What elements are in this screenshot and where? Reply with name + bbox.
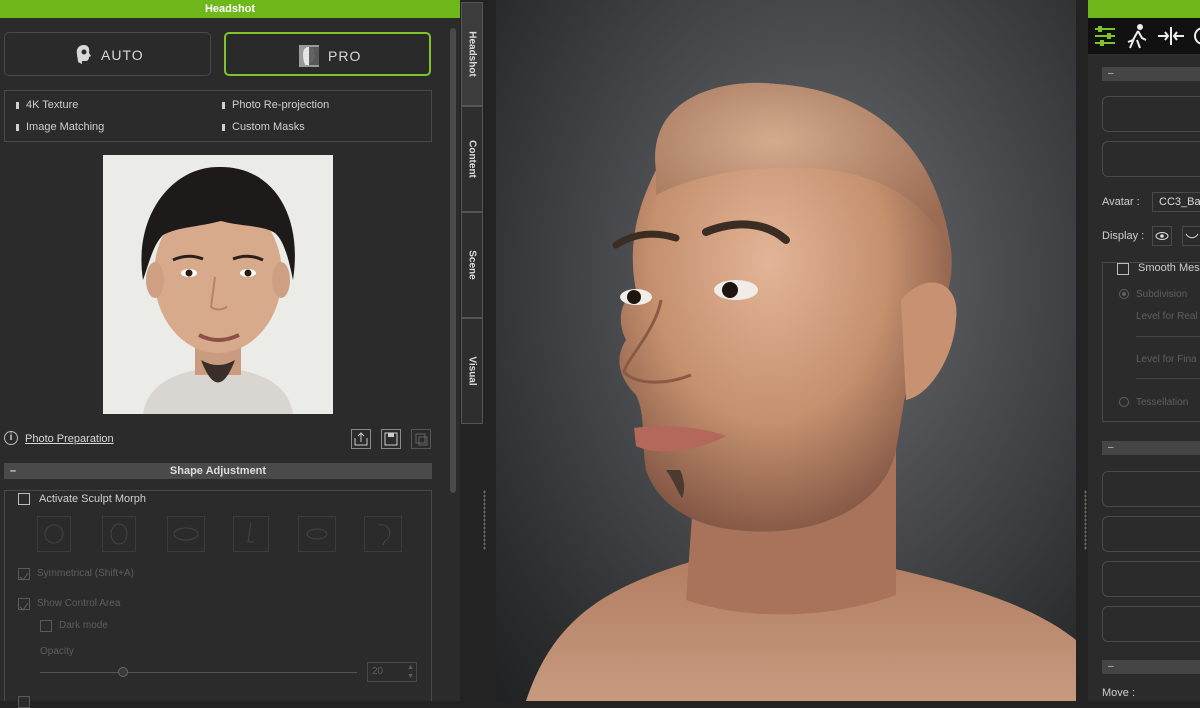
extra-option-checkbox[interactable]: [18, 696, 30, 708]
activate-sculpt-morph-label: Activate Sculpt Morph: [39, 493, 146, 505]
auto-mode-button[interactable]: AUTO: [4, 32, 211, 76]
motion-icon[interactable]: [1124, 22, 1150, 50]
level-realtime-label: Level for Real: [1136, 311, 1198, 322]
feature-item: 4K Texture: [16, 99, 78, 111]
collapse-icon[interactable]: –: [1102, 660, 1200, 674]
subdivision-radio[interactable]: [1119, 289, 1129, 299]
mouth-sculpt-icon[interactable]: [298, 516, 336, 552]
tessellation-label: Tessellation: [1136, 397, 1189, 408]
mesh-display-icon[interactable]: [1182, 226, 1200, 246]
show-control-area-checkbox[interactable]: [18, 598, 30, 611]
show-control-area-label: Show Control Area: [37, 598, 121, 609]
opacity-value: 20: [372, 666, 384, 677]
eye-icon[interactable]: [1152, 226, 1172, 246]
head-model-render: [526, 82, 1076, 701]
panel-title: Headshot: [0, 0, 460, 18]
tab-headshot[interactable]: Headshot: [461, 2, 483, 106]
align-icon[interactable]: [1156, 22, 1186, 50]
material-icon[interactable]: [1190, 22, 1200, 50]
smooth-mesh-checkbox[interactable]: [1117, 263, 1129, 275]
save-icon[interactable]: [381, 429, 401, 449]
opacity-label: Opacity: [40, 646, 74, 657]
splitter-handle[interactable]: [1084, 490, 1087, 550]
avatar-label: Avatar :: [1102, 196, 1140, 208]
head-sculpt-icon[interactable]: [102, 516, 136, 552]
opacity-slider-track[interactable]: [40, 672, 357, 673]
dark-mode-checkbox[interactable]: [40, 620, 52, 632]
tessellation-radio[interactable]: [1119, 397, 1129, 407]
panel-button[interactable]: [1102, 96, 1200, 132]
panel-button[interactable]: [1102, 471, 1200, 507]
subdivision-label: Subdivision: [1136, 289, 1188, 300]
auto-label: AUTO: [101, 47, 144, 63]
smooth-mesh-label: Smooth Mesh: [1138, 262, 1200, 274]
tab-content[interactable]: Content: [461, 106, 483, 212]
panel-button[interactable]: [1102, 606, 1200, 642]
avatar-name-field[interactable]: CC3_Ba: [1152, 192, 1200, 212]
head-pro-icon: [299, 45, 319, 67]
feature-item: Photo Re-projection: [222, 99, 329, 111]
activate-sculpt-morph-checkbox[interactable]: [18, 493, 30, 505]
eye-sculpt-icon[interactable]: [167, 516, 205, 552]
spin-arrows-icon[interactable]: ▲ ▼: [407, 663, 414, 681]
ear-sculpt-icon[interactable]: [364, 516, 402, 552]
tab-visual[interactable]: Visual: [461, 318, 483, 424]
move-label: Move :: [1102, 687, 1136, 699]
pro-features-box: [4, 90, 432, 142]
opacity-spinbox[interactable]: 20 ▲ ▼: [367, 662, 417, 682]
copy-icon[interactable]: [411, 429, 431, 449]
panel-button[interactable]: [1102, 561, 1200, 597]
feature-item: Custom Masks: [222, 121, 305, 133]
sliders-icon[interactable]: [1092, 22, 1118, 50]
divider: [1136, 336, 1200, 337]
source-photo[interactable]: [103, 155, 333, 414]
info-icon[interactable]: i: [4, 431, 18, 445]
feature-item: Image Matching: [16, 121, 104, 133]
right-panel-titlebar: [1088, 0, 1200, 18]
collapse-icon[interactable]: –: [1102, 67, 1200, 81]
nose-sculpt-icon[interactable]: [233, 516, 269, 552]
panel-button[interactable]: [1102, 141, 1200, 177]
pro-mode-button[interactable]: PRO: [224, 32, 431, 76]
symmetrical-label: Symmetrical (Shift+A): [37, 568, 134, 579]
divider: [1136, 378, 1200, 379]
photo-preparation-link[interactable]: Photo Preparation: [25, 433, 114, 445]
dark-mode-label: Dark mode: [59, 620, 108, 631]
face-sculpt-icon[interactable]: [37, 516, 71, 552]
head-auto-icon: [76, 45, 91, 64]
load-image-icon[interactable]: [351, 429, 371, 449]
section-title: Shape Adjustment: [169, 465, 267, 477]
opacity-slider-handle[interactable]: [118, 667, 128, 677]
shape-adjustment-header[interactable]: – Shape Adjustment: [4, 463, 432, 479]
panel-button[interactable]: [1102, 516, 1200, 552]
display-label: Display :: [1102, 230, 1145, 242]
splitter-handle[interactable]: [483, 490, 486, 550]
3d-viewport[interactable]: [496, 0, 1076, 701]
collapse-icon[interactable]: –: [1102, 441, 1200, 455]
panel-scrollbar[interactable]: [450, 28, 456, 493]
symmetrical-checkbox[interactable]: [18, 568, 30, 581]
level-final-label: Level for Fina: [1136, 354, 1197, 365]
tab-scene[interactable]: Scene: [461, 212, 483, 318]
pro-label: PRO: [328, 48, 362, 64]
collapse-icon[interactable]: –: [10, 463, 16, 479]
